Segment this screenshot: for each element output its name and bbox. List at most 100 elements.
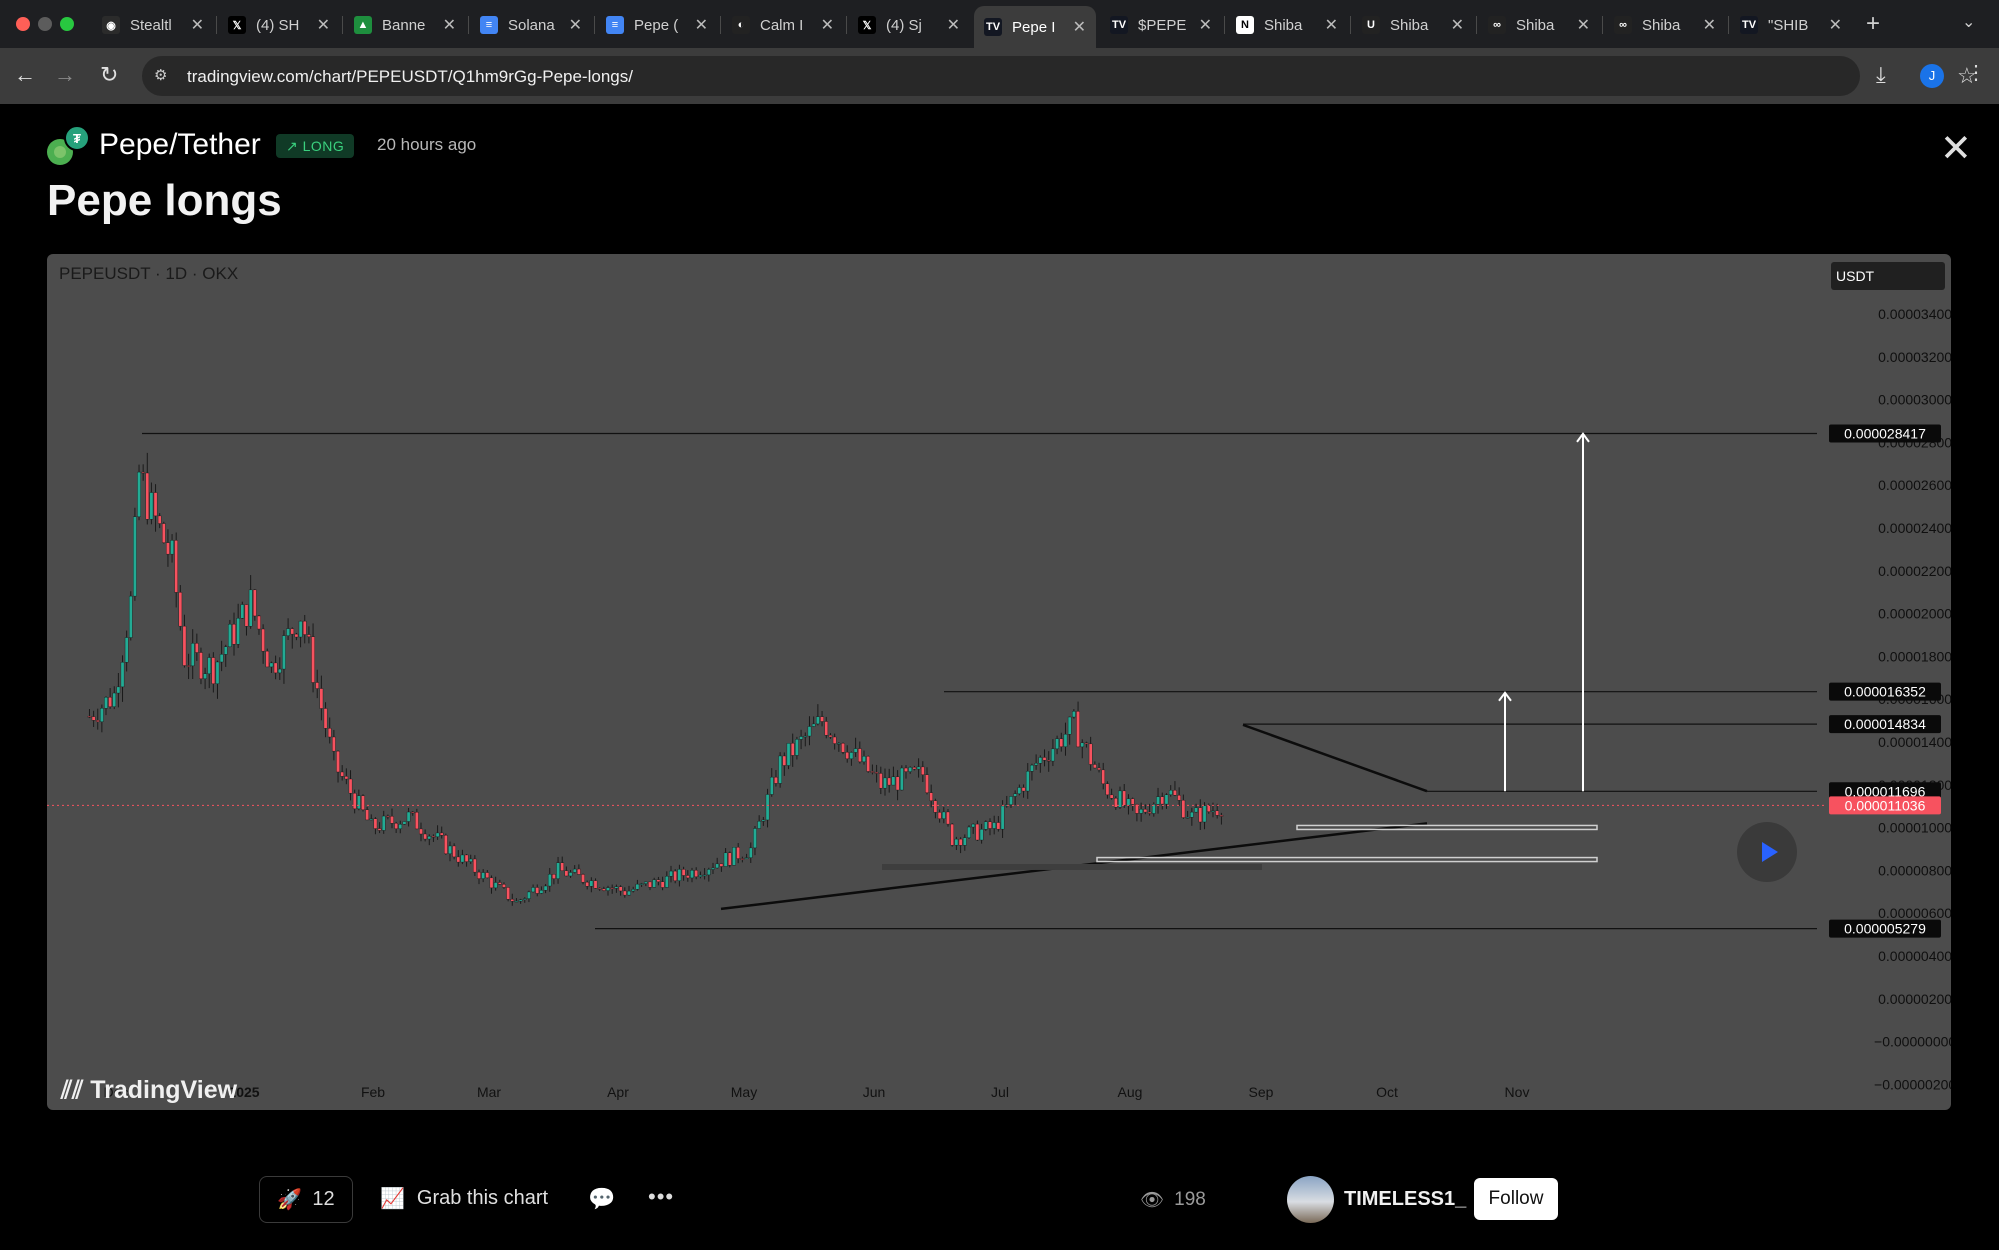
- browser-tab[interactable]: N Shiba ✕: [1226, 8, 1348, 42]
- play-replay-button[interactable]: [1737, 822, 1797, 882]
- candle-body: [170, 540, 174, 555]
- candle-body: [460, 854, 465, 863]
- candle-body: [257, 615, 261, 630]
- boost-button[interactable]: 🚀 12: [259, 1176, 353, 1223]
- x-tick-label: Nov: [1505, 1084, 1530, 1100]
- close-icon[interactable]: ✕: [1940, 130, 1972, 168]
- grab-chart-label: Grab this chart: [416, 1187, 549, 1209]
- new-tab-icon[interactable]: +: [1866, 10, 1880, 38]
- browser-tab[interactable]: TV $PEPE ✕: [1100, 8, 1222, 42]
- grab-chart-button[interactable]: 📈 Grab this chart: [380, 1186, 548, 1211]
- tab-close-icon[interactable]: ✕: [1829, 15, 1842, 35]
- tab-close-icon[interactable]: ✕: [695, 15, 708, 35]
- tab-close-icon[interactable]: ✕: [947, 15, 960, 35]
- currency-label[interactable]: USDT: [1831, 262, 1945, 290]
- candle-body: [832, 736, 837, 744]
- price-label: 0.000028417: [1844, 425, 1926, 441]
- support-zone-shade: [882, 863, 1262, 870]
- candle-body: [912, 767, 917, 770]
- browser-tab[interactable]: ∞ Shiba ✕: [1604, 8, 1726, 42]
- candle-body: [178, 592, 183, 627]
- tab-close-icon[interactable]: ✕: [1451, 15, 1464, 35]
- browser-tab[interactable]: TV "SHIB ✕: [1730, 8, 1852, 42]
- tab-close-icon[interactable]: ✕: [1199, 15, 1212, 35]
- candle-body: [677, 869, 682, 881]
- profile-avatar[interactable]: J: [1920, 64, 1944, 88]
- tab-close-icon[interactable]: ✕: [1325, 15, 1338, 35]
- candle-body: [344, 776, 349, 780]
- candle-body: [786, 743, 791, 766]
- tab-close-icon[interactable]: ✕: [569, 15, 582, 35]
- candle-body: [790, 743, 795, 756]
- back-icon[interactable]: ←: [14, 62, 36, 88]
- candle-body: [652, 879, 656, 888]
- more-icon[interactable]: •••: [648, 1184, 674, 1210]
- tab-close-icon[interactable]: ✕: [317, 15, 330, 35]
- candle-body: [153, 492, 158, 517]
- tab-close-icon[interactable]: ✕: [191, 15, 204, 35]
- candle-body: [635, 883, 640, 890]
- x-tick-label: Aug: [1118, 1084, 1143, 1100]
- browser-tab[interactable]: ≡ Pepe (✕: [596, 8, 718, 42]
- url-input[interactable]: ⚙ tradingview.com/chart/PEPEUSDT/Q1hm9rG…: [142, 56, 1977, 96]
- forward-icon[interactable]: →: [54, 62, 76, 88]
- close-window-button[interactable]: [16, 17, 30, 31]
- reload-icon[interactable]: ↻: [100, 62, 118, 88]
- candle-body: [757, 821, 761, 829]
- tab-title: Calm I: [760, 16, 804, 34]
- candle-body: [410, 811, 415, 814]
- candle-body: [481, 872, 485, 879]
- y-tick-label: 0.000002000: [1878, 991, 1951, 1007]
- chart-icon: 📈: [380, 1188, 405, 1210]
- candle-body: [711, 867, 715, 870]
- chart-area[interactable]: 0.000034000 0.000032000 0.000030000 0.00002…: [47, 254, 1951, 1110]
- x-icon: 𝕏: [858, 16, 876, 34]
- tab-search-icon[interactable]: ⌄: [1962, 12, 1975, 32]
- download-icon[interactable]: ⤓: [1876, 62, 1886, 88]
- candle-body: [1114, 798, 1118, 808]
- comment-icon[interactable]: 💬: [588, 1186, 615, 1212]
- price-chart[interactable]: 0.000034000 0.000032000 0.000030000 0.00002…: [47, 254, 1951, 1110]
- x-tick-label: Feb: [361, 1084, 385, 1100]
- browser-tab[interactable]: ▲ Banne ✕: [344, 8, 466, 42]
- tab-close-icon[interactable]: ✕: [443, 15, 456, 35]
- browser-tab[interactable]: 𝕏 (4) Sj ✕: [848, 8, 970, 42]
- follow-button[interactable]: Follow: [1474, 1178, 1558, 1220]
- author-name[interactable]: TIMELESS1_: [1344, 1188, 1466, 1211]
- candle-body: [992, 822, 996, 829]
- candle-body: [552, 874, 556, 879]
- candle-body: [489, 877, 494, 889]
- browser-tab[interactable]: 𝕏 (4) SH ✕: [218, 8, 340, 42]
- candle-body: [1156, 796, 1160, 805]
- candle-body: [845, 751, 850, 760]
- pepe-logo: ₮: [47, 125, 90, 165]
- tradingview-icon: TV: [984, 18, 1002, 36]
- tab-close-icon[interactable]: ✕: [821, 15, 834, 35]
- browser-tab[interactable]: U Shiba ✕: [1352, 8, 1474, 42]
- candle-body: [1101, 769, 1106, 784]
- browser-tab[interactable]: ◐ Calm I ✕: [722, 8, 844, 42]
- tab-close-icon[interactable]: ✕: [1703, 15, 1716, 35]
- author-avatar[interactable]: [1287, 1176, 1334, 1223]
- maximize-window-button[interactable]: [60, 17, 74, 31]
- candle-body: [485, 872, 490, 879]
- minimize-window-button[interactable]: [38, 17, 52, 31]
- candle-body: [900, 767, 904, 791]
- candle-body: [723, 852, 728, 867]
- tab-close-icon[interactable]: ✕: [1577, 15, 1590, 35]
- symbol-name[interactable]: Pepe/Tether: [99, 128, 261, 162]
- candle-body: [145, 472, 150, 520]
- candle-body: [950, 823, 954, 846]
- browser-menu-icon[interactable]: ⋮: [1966, 60, 1986, 85]
- y-tick-label: 0.000030000: [1878, 392, 1951, 408]
- browser-tab[interactable]: TV Pepe I ✕: [974, 6, 1096, 48]
- candle-body: [522, 898, 527, 900]
- site-info-icon[interactable]: ⚙: [154, 66, 174, 86]
- calm-icon: ◐: [732, 16, 750, 34]
- candle-body: [778, 755, 782, 784]
- browser-tab[interactable]: ≡ Solana ✕: [470, 8, 592, 42]
- candle-body: [539, 890, 544, 894]
- tab-close-icon[interactable]: ✕: [1073, 17, 1086, 37]
- browser-tab[interactable]: ◉ Stealtl ✕: [92, 8, 214, 42]
- browser-tab[interactable]: ∞ Shiba ✕: [1478, 8, 1600, 42]
